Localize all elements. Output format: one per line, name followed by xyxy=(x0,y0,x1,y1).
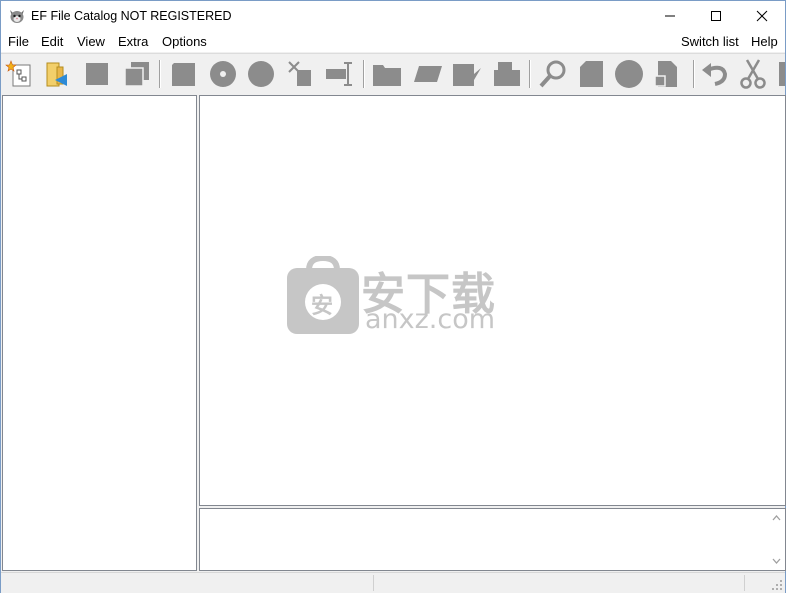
copy-button[interactable] xyxy=(121,58,153,90)
status-panel-2 xyxy=(374,575,745,591)
delete-icon xyxy=(288,61,311,86)
export-icon xyxy=(654,61,677,87)
vertical-scrollbar[interactable] xyxy=(768,509,785,570)
cd-icon xyxy=(210,61,236,87)
properties-icon xyxy=(494,62,520,86)
undo-icon xyxy=(702,63,728,86)
disk-icon xyxy=(248,61,274,87)
record-button[interactable] xyxy=(613,58,645,90)
edit-button[interactable] xyxy=(411,58,443,90)
tree-pane[interactable] xyxy=(2,95,197,571)
export-button[interactable] xyxy=(653,58,685,90)
document-icon xyxy=(580,61,603,87)
search-icon xyxy=(539,60,566,88)
record-icon xyxy=(615,60,643,88)
menu-help[interactable]: Help xyxy=(751,34,778,49)
status-bar xyxy=(1,572,785,593)
folder-button[interactable] xyxy=(371,58,403,90)
cut-button[interactable] xyxy=(737,58,769,90)
tag-button[interactable] xyxy=(451,58,483,90)
toolbar-separator xyxy=(363,60,365,88)
title-bar: EF File Catalog NOT REGISTERED xyxy=(1,1,785,31)
cat-app-icon xyxy=(9,8,25,24)
properties-button[interactable] xyxy=(491,58,523,90)
rename-button[interactable] xyxy=(323,58,355,90)
edit-icon xyxy=(414,66,442,82)
window-title: EF File Catalog NOT REGISTERED xyxy=(31,9,232,23)
maximize-icon xyxy=(711,11,721,21)
scrollbar-arrows xyxy=(772,515,781,564)
menu-bar: File Edit View Extra Options Switch list… xyxy=(1,31,785,52)
cd-button[interactable] xyxy=(207,58,239,90)
copy-icon xyxy=(124,62,149,87)
menu-edit[interactable]: Edit xyxy=(41,34,63,49)
rename-icon xyxy=(326,62,352,86)
document-button[interactable] xyxy=(575,58,607,90)
watermark-badge-text: 安 xyxy=(311,294,334,319)
disk-button[interactable] xyxy=(245,58,277,90)
toolbar xyxy=(1,53,785,94)
stop-button[interactable] xyxy=(81,58,113,90)
chevron-up-icon xyxy=(772,515,781,521)
minimize-button[interactable] xyxy=(647,1,693,31)
chevron-down-icon xyxy=(772,558,781,564)
status-panel-1 xyxy=(1,575,374,591)
toolbar-separator xyxy=(693,60,695,88)
menu-file[interactable]: File xyxy=(8,34,29,49)
open-catalog-button[interactable] xyxy=(41,58,73,90)
undo-button[interactable] xyxy=(699,58,731,90)
menu-options[interactable]: Options xyxy=(162,34,207,49)
description-pane[interactable] xyxy=(199,508,786,571)
catalog-disk-icon xyxy=(172,63,195,86)
close-button[interactable] xyxy=(739,1,785,31)
catalog-disk-button[interactable] xyxy=(167,58,199,90)
minimize-icon xyxy=(665,15,675,17)
toolbar-separator xyxy=(159,60,161,88)
toolbar-separator xyxy=(529,60,531,88)
open-folder-icon xyxy=(46,62,67,87)
new-catalog-button[interactable] xyxy=(3,58,35,90)
menu-switch-list[interactable]: Switch list xyxy=(681,34,739,49)
stop-icon xyxy=(86,63,108,85)
new-catalog-icon xyxy=(5,60,31,87)
watermark: 安 安下载 anxz.com xyxy=(287,256,507,336)
folder-icon xyxy=(373,65,401,86)
maximize-button[interactable] xyxy=(693,1,739,31)
cut-icon xyxy=(740,59,766,89)
more-icon[interactable] xyxy=(779,62,785,86)
tag-icon xyxy=(453,64,481,86)
watermark-en-text: anxz.com xyxy=(365,304,496,335)
menu-view[interactable]: View xyxy=(77,34,105,49)
close-icon xyxy=(756,10,768,22)
app-window: EF File Catalog NOT REGISTERED File Edit… xyxy=(0,0,786,593)
menu-extra[interactable]: Extra xyxy=(118,34,148,49)
search-button[interactable] xyxy=(537,58,569,90)
resize-grip-icon[interactable] xyxy=(771,579,783,591)
delete-button[interactable] xyxy=(285,58,317,90)
